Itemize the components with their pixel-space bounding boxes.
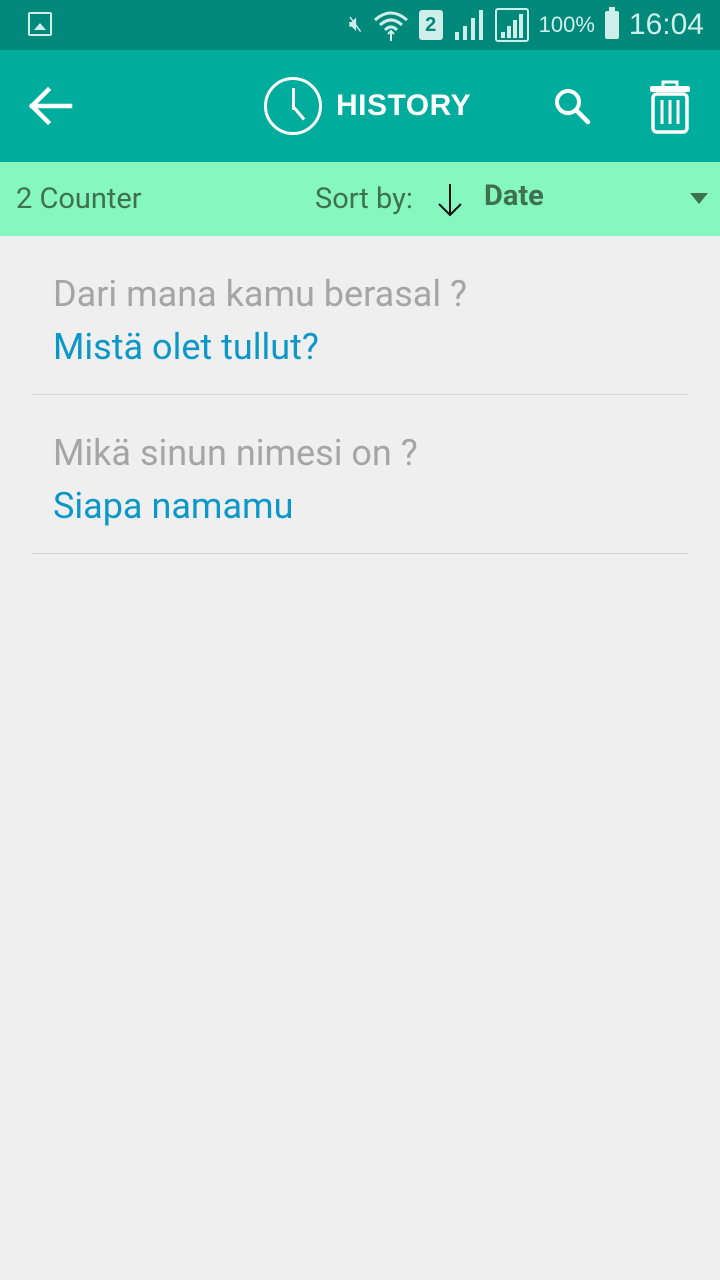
sort-bar: 2 Counter Sort by: Date <box>0 162 720 236</box>
arrow-left-icon[interactable] <box>26 84 74 128</box>
sort-select[interactable]: Date <box>484 179 544 213</box>
signal-icon <box>454 10 483 40</box>
history-list: Dari mana kamu berasal ? Mistä olet tull… <box>32 236 688 554</box>
source-text: Mikä sinun nimesi on ? <box>53 432 418 474</box>
dropdown-icon[interactable] <box>690 193 708 204</box>
item-counter: 2 Counter <box>16 182 142 216</box>
list-item[interactable]: Mikä sinun nimesi on ? Siapa namamu <box>32 395 688 554</box>
translation-text: Siapa namamu <box>53 485 294 527</box>
arrow-down-icon[interactable] <box>436 182 464 218</box>
sort-label: Sort by: <box>315 182 413 216</box>
clock-time: 16:04 <box>628 8 704 41</box>
source-text: Dari mana kamu berasal ? <box>53 273 468 315</box>
vibrate-mute-icon: 🔇︎ <box>348 12 363 37</box>
signal-roaming-icon <box>494 8 529 42</box>
list-item[interactable]: Dari mana kamu berasal ? Mistä olet tull… <box>32 236 688 395</box>
title-group: HISTORY <box>264 74 471 138</box>
sim-icon: 2 <box>418 10 443 40</box>
wifi-icon <box>373 11 408 41</box>
clock-icon <box>264 77 322 135</box>
page-title: HISTORY <box>336 89 472 122</box>
battery-percent: 100% <box>538 12 595 37</box>
battery-icon <box>604 7 619 39</box>
trash-icon[interactable] <box>648 80 692 134</box>
gallery-icon <box>28 12 52 36</box>
search-icon[interactable] <box>552 86 592 126</box>
status-bar: 🔇︎ 2 100% 16:04 <box>0 0 720 50</box>
app-bar: HISTORY <box>0 50 720 162</box>
translation-text: Mistä olet tullut? <box>53 326 319 368</box>
